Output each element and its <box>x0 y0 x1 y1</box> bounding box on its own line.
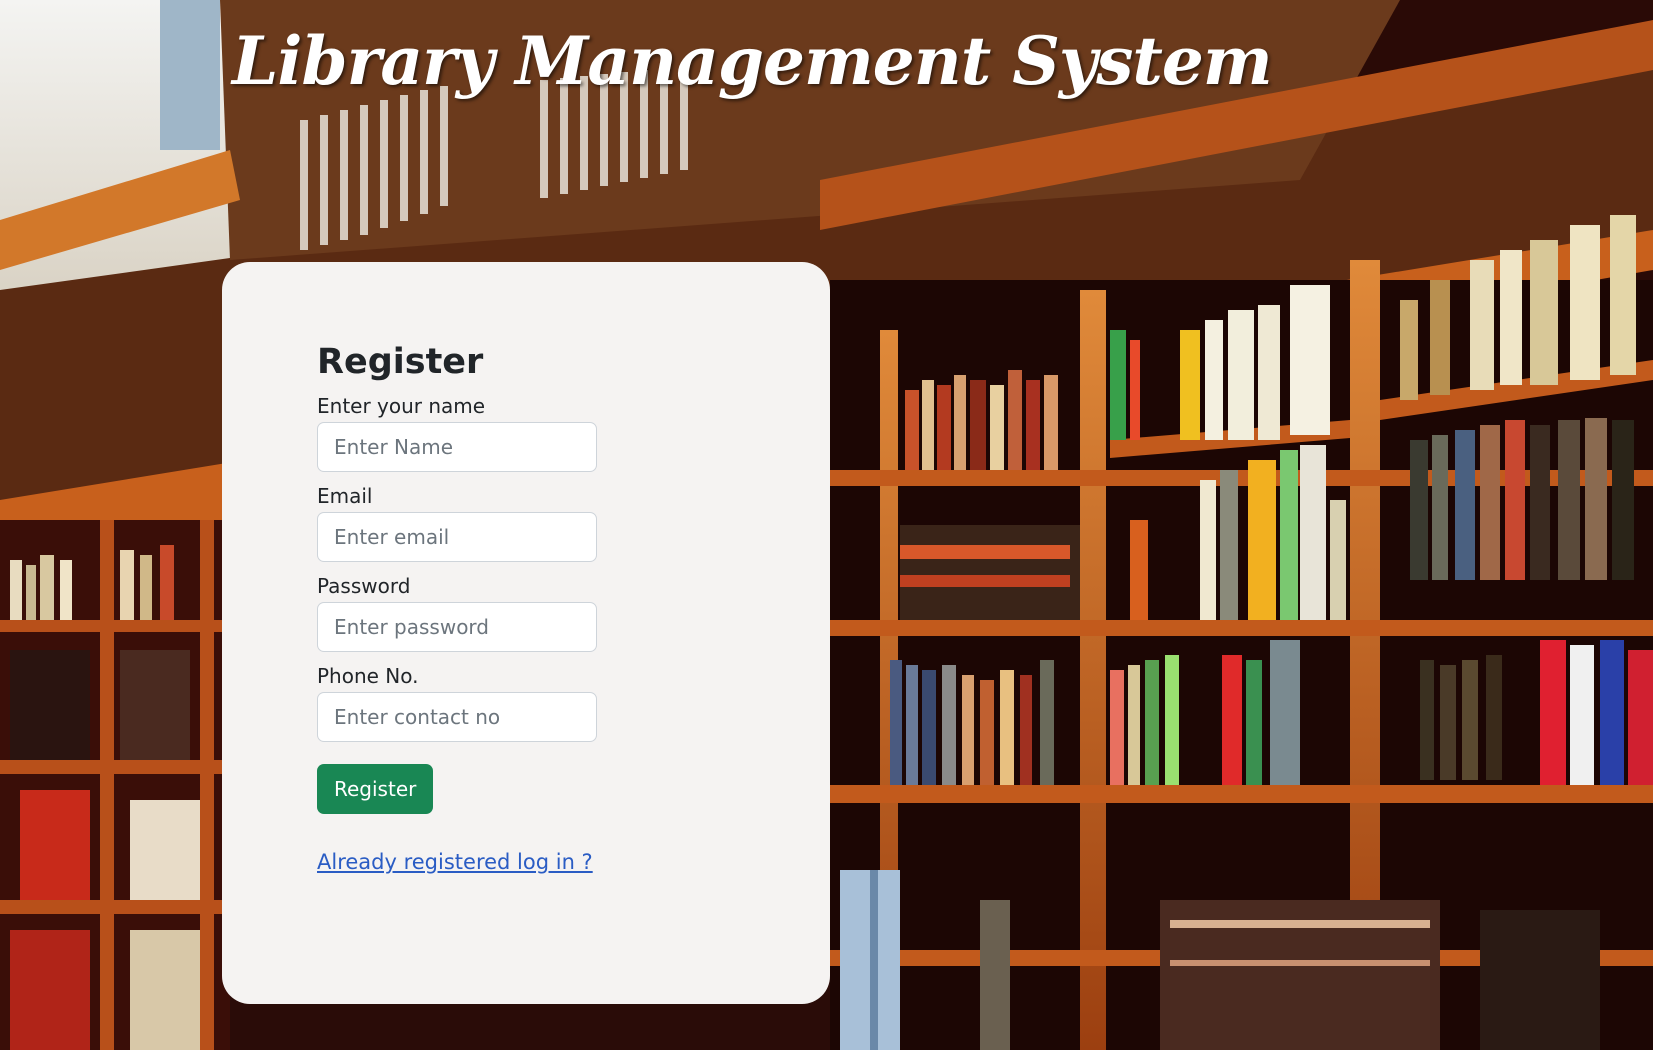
password-input[interactable] <box>317 602 597 652</box>
login-link[interactable]: Already registered log in ? <box>317 850 593 874</box>
phone-input[interactable] <box>317 692 597 742</box>
email-input[interactable] <box>317 512 597 562</box>
name-input[interactable] <box>317 422 597 472</box>
register-heading: Register <box>317 342 484 382</box>
register-form: Register Enter your name Email Password … <box>317 340 647 874</box>
email-label: Email <box>317 484 373 508</box>
register-button[interactable]: Register <box>317 764 434 814</box>
name-label: Enter your name <box>317 394 486 418</box>
register-card: Register Enter your name Email Password … <box>222 262 830 1004</box>
page-title: Library Management System <box>232 22 1273 100</box>
password-label: Password <box>317 574 411 598</box>
phone-label: Phone No. <box>317 664 419 688</box>
